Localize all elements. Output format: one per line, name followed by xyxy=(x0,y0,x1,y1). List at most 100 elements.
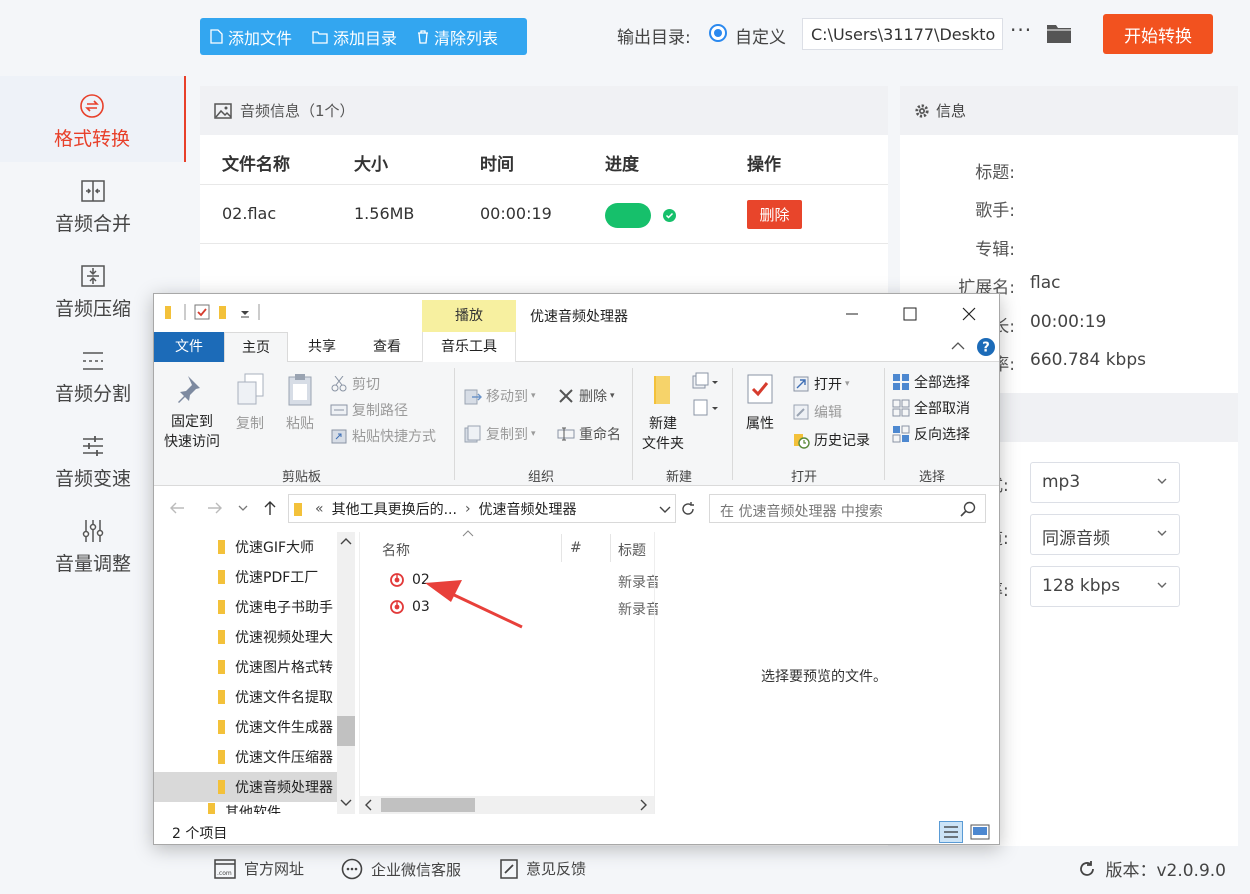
chevron-left-icon[interactable] xyxy=(363,799,373,811)
address-bar[interactable]: « 其他工具更换后的... › 优速音频处理器 xyxy=(288,494,676,523)
tree-item[interactable]: 优速图片格式转 xyxy=(154,652,339,682)
file-item[interactable]: 02 xyxy=(390,572,430,588)
chevron-up-icon[interactable] xyxy=(340,536,352,546)
search-input[interactable]: 在 优速音频处理器 中搜索 xyxy=(709,494,986,523)
new-folder-button[interactable]: 新建 文件夹 xyxy=(636,372,690,454)
refresh-icon[interactable] xyxy=(680,501,696,517)
format-select[interactable]: mp3 xyxy=(1030,462,1180,503)
tab-home[interactable]: 主页 xyxy=(224,332,288,363)
up-arrow-icon[interactable] xyxy=(262,499,278,517)
edit-button[interactable]: 编辑 xyxy=(792,402,842,422)
tab-view[interactable]: 查看 xyxy=(357,332,417,362)
file-icon xyxy=(210,29,223,44)
tree-item[interactable]: 优速视频处理大 xyxy=(154,622,339,652)
sidebar-item-format-convert[interactable]: 格式转换 xyxy=(0,76,186,162)
tree-item-label: 优速文件压缩器 xyxy=(235,750,333,766)
tab-file[interactable]: 文件 xyxy=(154,332,224,362)
chevron-right-icon[interactable] xyxy=(639,799,649,811)
official-website-link[interactable]: .com 官方网址 xyxy=(214,858,304,879)
clear-list-button[interactable]: 清除列表 xyxy=(417,25,498,49)
new-item-icon[interactable] xyxy=(692,372,722,392)
column-header-name[interactable]: 名称 xyxy=(382,540,410,560)
scrollbar-thumb[interactable] xyxy=(337,716,355,746)
tree-item[interactable]: 优速文件压缩器 xyxy=(154,742,339,772)
easy-access-icon[interactable] xyxy=(692,398,722,418)
rename-button[interactable]: 重命名 xyxy=(557,424,621,444)
start-convert-button[interactable]: 开始转换 xyxy=(1103,14,1213,54)
select-none-button[interactable]: 全部取消 xyxy=(892,398,970,418)
scrollbar[interactable] xyxy=(337,532,355,814)
add-file-button[interactable]: 添加文件 xyxy=(210,25,292,49)
history-button[interactable]: 历史记录 xyxy=(792,430,870,450)
paste-button[interactable]: 粘贴 xyxy=(278,372,322,434)
properties-button[interactable]: 属性 xyxy=(738,372,782,434)
chevron-down-icon[interactable] xyxy=(240,304,250,320)
close-icon[interactable] xyxy=(959,304,979,324)
open-button[interactable]: 打开 ▾ xyxy=(792,374,850,394)
open-label: 打开 xyxy=(814,377,842,393)
cut-button[interactable]: 剪切 xyxy=(330,374,380,394)
move-to-button[interactable]: 移动到 ▾ xyxy=(464,386,536,406)
chevron-down-icon: ▾ xyxy=(610,391,615,401)
tree-item[interactable]: 其他软件 xyxy=(154,802,339,814)
file-item[interactable]: 03 xyxy=(390,599,430,615)
paste-shortcut-button[interactable]: 粘贴快捷方式 xyxy=(330,426,436,446)
channel-select[interactable]: 同源音频 xyxy=(1030,514,1180,555)
tree-item[interactable]: 优速文件名提取 xyxy=(154,682,339,712)
tree-item[interactable]: 优速文件生成器 xyxy=(154,712,339,742)
tree-item[interactable]: 优速电子书助手 xyxy=(154,592,339,622)
copy-label: 复制 xyxy=(236,416,264,432)
tree-item[interactable]: 优速GIF大师 xyxy=(154,532,339,562)
output-path-field[interactable]: C:\Users\31177\Deskto xyxy=(802,18,1003,50)
breadcrumb-current[interactable]: 优速音频处理器 xyxy=(479,499,577,519)
address-overflow[interactable]: « xyxy=(315,501,324,517)
custom-output-radio-label[interactable]: 自定义 xyxy=(735,23,786,48)
chevron-down-icon[interactable] xyxy=(658,501,672,517)
wechat-service-link[interactable]: 企业微信客服 xyxy=(341,858,461,880)
tree-item-selected[interactable]: 优速音频处理器 xyxy=(154,772,339,802)
tree-item[interactable]: 优速PDF工厂 xyxy=(154,562,339,592)
divider xyxy=(884,368,885,480)
tab-music-tools[interactable]: 音乐工具 xyxy=(422,332,516,362)
divider[interactable] xyxy=(610,534,611,562)
scrollbar-thumb[interactable] xyxy=(381,798,475,812)
feedback-link[interactable]: 意见反馈 xyxy=(500,858,586,879)
chevron-down-icon[interactable] xyxy=(236,500,250,516)
sidebar-item-merge[interactable]: 音频合并 xyxy=(0,161,186,247)
copy-button[interactable]: 复制 xyxy=(228,372,272,434)
version-info[interactable]: 版本：v2.0.9.0 xyxy=(1077,856,1226,881)
new-folder-icon[interactable] xyxy=(218,304,232,320)
details-view-icon[interactable] xyxy=(939,821,963,843)
merge-icon xyxy=(81,180,105,202)
pin-quick-access-button[interactable]: 固定到 快速访问 xyxy=(160,372,224,452)
delete-ribbon-button[interactable]: 删除 ▾ xyxy=(557,386,615,406)
forward-arrow-icon[interactable] xyxy=(206,500,224,516)
invert-selection-button[interactable]: 反向选择 xyxy=(892,424,970,444)
properties-icon[interactable] xyxy=(194,304,210,320)
column-header-title[interactable]: 标题 xyxy=(618,540,646,560)
tab-share[interactable]: 共享 xyxy=(292,332,352,362)
search-icon[interactable] xyxy=(960,501,976,517)
help-icon[interactable]: ? xyxy=(976,337,996,357)
minimize-icon[interactable] xyxy=(842,304,862,324)
more-options-button[interactable]: ··· xyxy=(1010,18,1032,42)
back-arrow-icon[interactable] xyxy=(168,500,186,516)
breadcrumb-parent[interactable]: 其他工具更换后的... xyxy=(332,499,457,519)
context-tab-play[interactable]: 播放 xyxy=(422,300,516,332)
chevron-down-icon[interactable] xyxy=(340,798,352,808)
copy-path-button[interactable]: 复制路径 xyxy=(330,400,408,420)
open-folder-button[interactable] xyxy=(1046,22,1072,48)
custom-output-radio[interactable] xyxy=(709,24,727,42)
copy-to-button[interactable]: 复制到 ▾ xyxy=(464,424,536,444)
file-list-pane: 名称 # 标题 02 新录音 03 新录音 xyxy=(359,530,658,814)
column-header-number[interactable]: # xyxy=(570,540,582,556)
large-icons-view-icon[interactable] xyxy=(968,821,992,843)
select-all-button[interactable]: 全部选择 xyxy=(892,372,970,392)
chevron-up-icon[interactable] xyxy=(951,340,965,352)
add-directory-button[interactable]: 添加目录 xyxy=(312,25,397,49)
bitrate-select[interactable]: 128 kbps xyxy=(1030,566,1180,607)
delete-button[interactable]: 删除 xyxy=(747,200,802,229)
horizontal-scrollbar[interactable] xyxy=(359,796,654,814)
maximize-icon[interactable] xyxy=(900,304,920,324)
divider[interactable] xyxy=(561,534,562,562)
